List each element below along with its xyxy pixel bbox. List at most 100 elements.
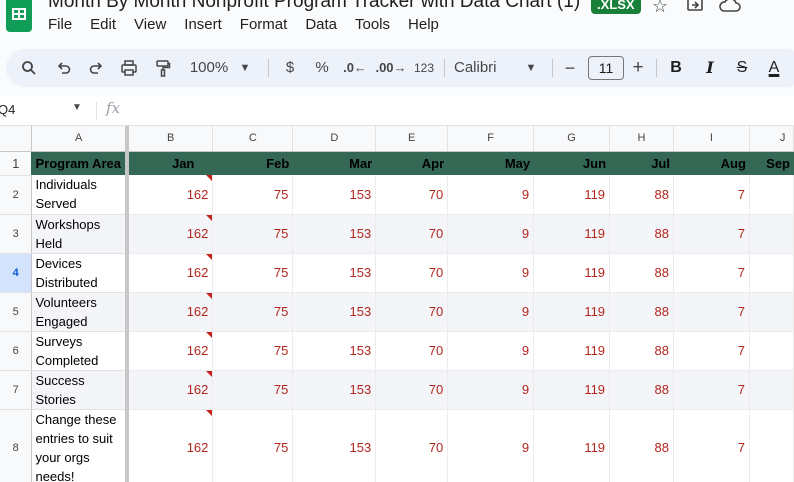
value-cell-jun[interactable]: 119 — [533, 214, 611, 254]
font-family-chevron-down-icon[interactable]: ▼ — [524, 49, 538, 87]
name-box-chevron-down-icon[interactable]: ▼ — [72, 102, 82, 113]
text-color-button[interactable]: A — [762, 49, 786, 87]
column-header-c[interactable]: C — [212, 126, 294, 152]
menu-data[interactable]: Data — [305, 16, 345, 33]
month-header-sep[interactable]: Sep — [749, 151, 794, 175]
month-header-jan[interactable]: Jan — [126, 151, 214, 175]
value-cell-aug[interactable]: 7 — [673, 253, 750, 293]
value-cell-apr[interactable]: 70 — [375, 409, 449, 482]
menu-edit[interactable]: Edit — [90, 16, 124, 33]
value-cell-may[interactable]: 9 — [447, 409, 535, 482]
font-family-select[interactable]: Calibri — [454, 49, 514, 87]
value-cell-jul[interactable]: 88 — [609, 175, 674, 215]
month-header-jun[interactable]: Jun — [533, 151, 611, 175]
zoom-chevron-down-icon[interactable]: ▼ — [238, 49, 252, 87]
undo-icon[interactable] — [54, 49, 74, 87]
value-cell-feb[interactable]: 75 — [212, 175, 294, 215]
row-header[interactable]: 8 — [0, 409, 33, 482]
value-cell-jan[interactable]: 162 — [126, 214, 214, 254]
column-header-g[interactable]: G — [533, 126, 611, 152]
row-header[interactable]: 2 — [0, 175, 33, 215]
value-cell-jun[interactable]: 119 — [533, 370, 611, 410]
value-cell-jul[interactable]: 88 — [609, 409, 674, 482]
italic-button[interactable]: I — [698, 49, 722, 87]
paint-format-icon[interactable] — [152, 49, 174, 87]
increase-decimal-button[interactable]: .00→ — [374, 49, 408, 87]
program-area-cell[interactable]: Success Stories — [31, 370, 129, 410]
value-cell-jul[interactable]: 88 — [609, 253, 674, 293]
row-header[interactable]: 4 — [0, 253, 33, 293]
star-icon[interactable]: ☆ — [652, 0, 668, 17]
value-cell-mar[interactable]: 153 — [292, 292, 377, 332]
value-cell-feb[interactable]: 75 — [212, 292, 294, 332]
move-to-folder-icon[interactable] — [686, 0, 704, 19]
value-cell-may[interactable]: 9 — [447, 175, 535, 215]
value-cell-mar[interactable]: 153 — [292, 175, 377, 215]
value-cell-feb[interactable]: 75 — [212, 409, 294, 482]
value-cell-jan[interactable]: 162 — [126, 370, 214, 410]
column-header-j[interactable]: J — [749, 126, 794, 152]
column-header-b[interactable]: B — [126, 126, 214, 152]
value-cell-mar[interactable]: 153 — [292, 253, 377, 293]
value-cell-sep[interactable] — [749, 409, 794, 482]
value-cell-may[interactable]: 9 — [447, 370, 535, 410]
value-cell-apr[interactable]: 70 — [375, 253, 449, 293]
value-cell-feb[interactable]: 75 — [212, 331, 294, 371]
month-header-may[interactable]: May — [447, 151, 535, 175]
program-area-cell[interactable]: Individuals Served — [31, 175, 129, 215]
value-cell-jun[interactable]: 119 — [533, 409, 611, 482]
program-area-header[interactable]: Program Area — [31, 151, 129, 175]
search-menus-icon[interactable] — [18, 49, 40, 87]
value-cell-jan[interactable]: 162 — [126, 409, 214, 482]
column-header-h[interactable]: H — [609, 126, 674, 152]
value-cell-aug[interactable]: 7 — [673, 292, 750, 332]
sheets-logo-icon[interactable] — [6, 0, 32, 32]
value-cell-jul[interactable]: 88 — [609, 331, 674, 371]
value-cell-jan[interactable]: 162 — [126, 331, 214, 371]
value-cell-apr[interactable]: 70 — [375, 331, 449, 371]
value-cell-sep[interactable] — [749, 253, 794, 293]
menu-help[interactable]: Help — [408, 16, 447, 33]
spreadsheet-grid[interactable]: A B C D E F G H I J 1 Program Area Jan F… — [0, 126, 794, 482]
program-area-cell[interactable]: Surveys Completed — [31, 331, 129, 371]
redo-icon[interactable] — [86, 49, 106, 87]
document-title[interactable]: Month By Month Nonprofit Program Tracker… — [48, 0, 580, 13]
column-header-f[interactable]: F — [447, 126, 535, 152]
value-cell-jun[interactable]: 119 — [533, 292, 611, 332]
value-cell-sep[interactable] — [749, 292, 794, 332]
program-area-cell[interactable]: Volunteers Engaged — [31, 292, 129, 332]
value-cell-aug[interactable]: 7 — [673, 175, 750, 215]
program-area-cell[interactable]: Workshops Held — [31, 214, 129, 254]
value-cell-sep[interactable] — [749, 331, 794, 371]
menu-file[interactable]: File — [48, 16, 80, 33]
value-cell-mar[interactable]: 153 — [292, 214, 377, 254]
row-header[interactable]: 1 — [0, 151, 33, 176]
column-header-e[interactable]: E — [375, 126, 449, 152]
value-cell-jan[interactable]: 162 — [126, 292, 214, 332]
value-cell-apr[interactable]: 70 — [375, 214, 449, 254]
value-cell-may[interactable]: 9 — [447, 214, 535, 254]
value-cell-jul[interactable]: 88 — [609, 292, 674, 332]
column-header-a[interactable]: A — [31, 126, 129, 152]
value-cell-feb[interactable]: 75 — [212, 370, 294, 410]
value-cell-sep[interactable] — [749, 370, 794, 410]
value-cell-aug[interactable]: 7 — [673, 331, 750, 371]
menu-tools[interactable]: Tools — [355, 16, 398, 33]
decrease-decimal-button[interactable]: .0← — [340, 49, 370, 87]
row-header[interactable]: 7 — [0, 370, 33, 410]
column-header-d[interactable]: D — [292, 126, 377, 152]
currency-format-button[interactable]: $ — [278, 49, 302, 87]
value-cell-aug[interactable]: 7 — [673, 409, 750, 482]
percent-format-button[interactable]: % — [310, 49, 334, 87]
value-cell-aug[interactable]: 7 — [673, 214, 750, 254]
month-header-feb[interactable]: Feb — [212, 151, 294, 175]
row-header[interactable]: 3 — [0, 214, 33, 254]
value-cell-mar[interactable]: 153 — [292, 370, 377, 410]
value-cell-may[interactable]: 9 — [447, 292, 535, 332]
strikethrough-button[interactable]: S — [730, 49, 754, 87]
menu-view[interactable]: View — [134, 16, 174, 33]
value-cell-apr[interactable]: 70 — [375, 175, 449, 215]
month-header-aug[interactable]: Aug — [673, 151, 750, 175]
value-cell-jan[interactable]: 162 — [126, 175, 214, 215]
cloud-status-icon[interactable] — [719, 0, 741, 19]
